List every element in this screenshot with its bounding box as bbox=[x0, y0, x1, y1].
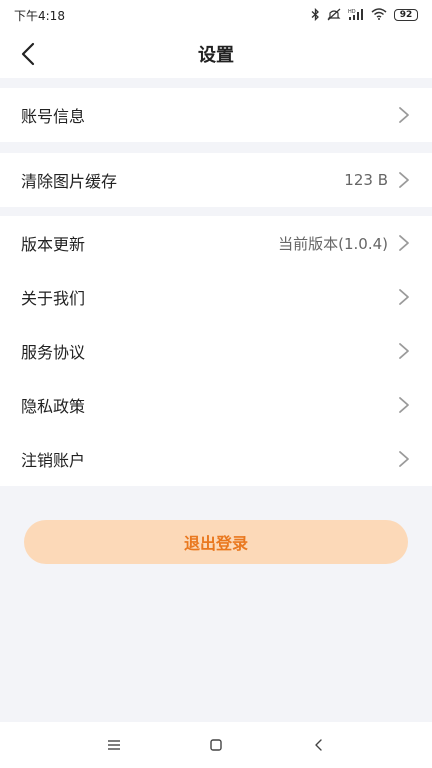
battery-icon: 92 bbox=[394, 9, 418, 21]
settings-group-cache: 清除图片缓存 123 B bbox=[0, 153, 432, 207]
chevron-left-icon bbox=[21, 42, 35, 66]
chevron-right-icon bbox=[398, 106, 410, 124]
menu-icon bbox=[108, 740, 120, 750]
settings-item-version-update[interactable]: 版本更新 当前版本(1.0.4) bbox=[0, 216, 432, 270]
mute-icon bbox=[327, 8, 341, 23]
settings-group-account: 账号信息 bbox=[0, 88, 432, 142]
settings-item-label: 版本更新 bbox=[21, 235, 86, 254]
chevron-left-icon bbox=[315, 739, 322, 751]
system-navigation-bar bbox=[0, 722, 432, 768]
settings-item-privacy-policy[interactable]: 隐私政策 bbox=[0, 378, 432, 432]
settings-item-label: 服务协议 bbox=[21, 343, 86, 362]
cache-size-value: 123 B bbox=[344, 171, 388, 189]
chevron-right-icon bbox=[398, 288, 410, 306]
logout-button[interactable]: 退出登录 bbox=[24, 520, 408, 564]
square-icon bbox=[210, 739, 222, 751]
chevron-right-icon bbox=[398, 342, 410, 360]
header: 设置 bbox=[0, 30, 432, 78]
page-title: 设置 bbox=[198, 45, 234, 66]
settings-item-clear-cache[interactable]: 清除图片缓存 123 B bbox=[0, 153, 432, 207]
wifi-icon bbox=[371, 8, 387, 22]
menu-button[interactable] bbox=[102, 733, 126, 757]
settings-item-about-us[interactable]: 关于我们 bbox=[0, 270, 432, 324]
bluetooth-icon bbox=[311, 7, 320, 23]
settings-item-label: 账号信息 bbox=[21, 107, 86, 126]
status-bar: 下午4:18 HD 92 bbox=[0, 0, 432, 30]
settings-item-label: 关于我们 bbox=[21, 289, 86, 308]
network-label: HD bbox=[348, 9, 356, 15]
settings-item-deregister-account[interactable]: 注销账户 bbox=[0, 432, 432, 486]
chevron-right-icon bbox=[398, 171, 410, 189]
settings-item-account-info[interactable]: 账号信息 bbox=[0, 88, 432, 142]
settings-group-info: 版本更新 当前版本(1.0.4) 关于我们 服务协议 隐私政策 注销账户 bbox=[0, 216, 432, 486]
chevron-right-icon bbox=[398, 396, 410, 414]
settings-item-label: 注销账户 bbox=[21, 451, 86, 470]
status-icons: HD 92 bbox=[311, 7, 418, 23]
cellular-signal-icon: HD bbox=[348, 8, 364, 23]
current-version-value: 当前版本(1.0.4) bbox=[278, 234, 388, 253]
chevron-right-icon bbox=[398, 450, 410, 468]
home-button[interactable] bbox=[204, 733, 228, 757]
settings-item-service-agreement[interactable]: 服务协议 bbox=[0, 324, 432, 378]
chevron-right-icon bbox=[398, 234, 410, 252]
back-button[interactable] bbox=[12, 38, 44, 70]
settings-item-label: 隐私政策 bbox=[21, 397, 86, 416]
status-time: 下午4:18 bbox=[14, 8, 65, 23]
settings-item-label: 清除图片缓存 bbox=[21, 172, 118, 191]
system-back-button[interactable] bbox=[306, 733, 330, 757]
